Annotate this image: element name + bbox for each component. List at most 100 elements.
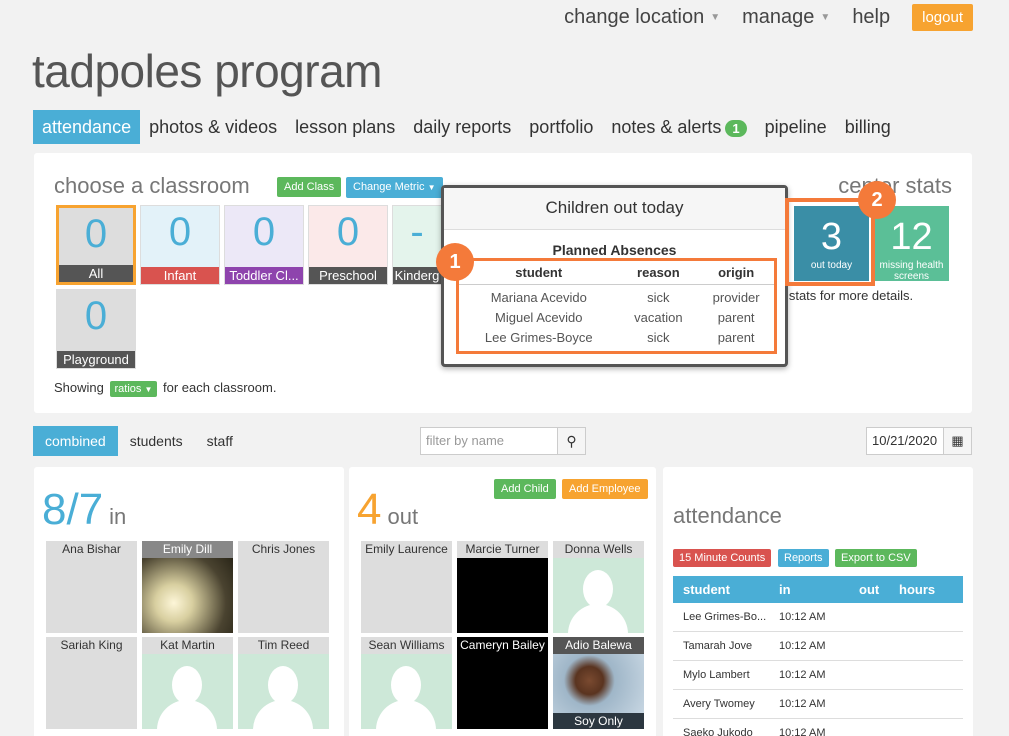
child-card[interactable]: Sean Williams: [361, 637, 452, 729]
table-row: Lee Grimes-Boyce sick parent: [459, 328, 774, 348]
child-card[interactable]: Sariah King: [46, 637, 137, 729]
filter-name-input[interactable]: filter by name ⚲: [420, 427, 586, 455]
tab-attendance[interactable]: attendance: [33, 110, 141, 144]
table-row[interactable]: Avery Twomey 10:12 AM: [673, 690, 963, 719]
cell-student: Mylo Lambert: [683, 669, 750, 681]
child-card[interactable]: Emily Dill: [142, 541, 233, 633]
table-header: student in out hours: [673, 576, 963, 603]
child-card[interactable]: Emily Laurence: [361, 541, 452, 633]
child-card[interactable]: Kat Martin: [142, 637, 233, 729]
tab-daily-reports[interactable]: daily reports: [404, 110, 520, 144]
child-name: Tim Reed: [257, 638, 310, 652]
child-name: Ana Bishar: [62, 542, 121, 556]
out-count: 4 out: [357, 485, 419, 534]
classroom-tile-all[interactable]: 0 All: [56, 205, 136, 285]
main-tabs: attendance photos & videos lesson plans …: [33, 110, 900, 144]
add-employee-button[interactable]: Add Employee: [562, 479, 648, 499]
change-metric-button[interactable]: Change Metric ▼: [346, 177, 443, 198]
program-title: tadpoles program: [32, 45, 382, 97]
avatar-placeholder-icon: [142, 654, 233, 729]
cell-student: Miguel Acevido: [495, 310, 583, 325]
ratios-dropdown[interactable]: ratios ▼: [109, 381, 158, 397]
search-icon[interactable]: ⚲: [557, 428, 585, 454]
step-marker-2: 2: [858, 181, 896, 219]
col-hours: hours: [899, 582, 936, 597]
table-row: Miguel Acevido vacation parent: [459, 308, 774, 328]
stat-value: 12: [890, 216, 933, 258]
child-name: Sean Williams: [368, 638, 445, 652]
tile-count: 0: [252, 210, 276, 254]
tab-pipeline[interactable]: pipeline: [756, 110, 836, 144]
table-row[interactable]: Mylo Lambert 10:12 AM: [673, 661, 963, 690]
tile-count: 0: [84, 212, 108, 256]
caret-down-icon: ▼: [144, 385, 153, 394]
cell-origin: parent: [717, 310, 755, 325]
tile-label: All: [59, 265, 133, 282]
child-card[interactable]: Chris Jones: [238, 541, 329, 633]
filter-combined[interactable]: combined: [33, 426, 118, 456]
calendar-icon[interactable]: ▦: [943, 428, 971, 454]
child-card[interactable]: Donna Wells: [553, 541, 644, 633]
tab-notes-alerts[interactable]: notes & alerts 1: [602, 110, 755, 144]
minute-counts-button[interactable]: 15 Minute Counts: [673, 549, 772, 567]
classroom-tile-toddler[interactable]: 0 Toddler Cl...: [224, 205, 304, 285]
table-row[interactable]: Tamarah Jove 10:12 AM: [673, 632, 963, 661]
logout-button[interactable]: logout: [912, 4, 973, 31]
child-name: Donna Wells: [564, 542, 633, 556]
tile-count: -: [410, 210, 424, 254]
child-card[interactable]: Marcie Turner: [457, 541, 548, 633]
tab-photos-videos[interactable]: photos & videos: [140, 110, 286, 144]
table-row[interactable]: Saeko Jukodo 10:12 AM: [673, 719, 963, 736]
manage-menu[interactable]: manage ▼: [742, 6, 830, 29]
caret-down-icon: ▼: [710, 12, 721, 24]
cell-reason: vacation: [634, 310, 683, 325]
tile-label: Playground: [57, 351, 135, 368]
cell-reason: sick: [647, 290, 670, 305]
filter-staff[interactable]: staff: [195, 426, 245, 456]
table-row[interactable]: Lee Grimes-Bo... 10:12 AM: [673, 603, 963, 632]
tile-label: Kinderg: [393, 267, 441, 284]
export-csv-button[interactable]: Export to CSV: [835, 549, 917, 567]
tile-count: 0: [168, 210, 192, 254]
avatar-placeholder-icon: [553, 558, 644, 633]
filter-students[interactable]: students: [118, 426, 195, 456]
cell-student: Avery Twomey: [683, 698, 755, 710]
add-class-button[interactable]: Add Class: [277, 177, 342, 197]
classroom-tile-preschool[interactable]: 0 Preschool: [308, 205, 388, 285]
in-count: 8/7 in: [42, 485, 127, 534]
stat-missing-health[interactable]: 12 missing health screens: [874, 206, 949, 282]
col-reason: reason: [637, 265, 680, 280]
child-card[interactable]: Ana Bishar: [46, 541, 137, 633]
table-header: student reason origin: [459, 261, 774, 285]
tab-portfolio[interactable]: portfolio: [520, 110, 602, 144]
choose-classroom-heading: choose a classroom: [54, 173, 250, 198]
tile-count: 0: [336, 210, 360, 254]
child-name: Chris Jones: [251, 542, 316, 556]
classroom-tile-kindergarten[interactable]: - Kinderg: [392, 205, 442, 285]
col-origin: origin: [718, 265, 755, 280]
classroom-tile-infant[interactable]: 0 Infant: [140, 205, 220, 285]
popup-title: Children out today: [444, 188, 785, 230]
date-field[interactable]: 10/21/2020 ▦: [866, 427, 972, 455]
change-location-menu[interactable]: change location ▼: [564, 6, 720, 29]
cell-student: Lee Grimes-Boyce: [484, 330, 593, 345]
tab-billing[interactable]: billing: [836, 110, 900, 144]
child-card[interactable]: Adio Balewa Soy Only: [553, 637, 644, 729]
child-name: Sariah King: [60, 638, 123, 652]
classroom-tile-playground[interactable]: 0 Playground: [56, 289, 136, 369]
allergy-tag: Soy Only: [553, 713, 644, 729]
tile-count: 0: [84, 294, 108, 338]
popup-subtitle: Planned Absences: [552, 242, 677, 258]
reports-button[interactable]: Reports: [778, 549, 829, 567]
step-marker-1: 1: [436, 243, 474, 281]
cell-in: 10:12 AM: [779, 640, 826, 652]
tab-lesson-plans[interactable]: lesson plans: [286, 110, 404, 144]
avatar-placeholder-icon: [238, 654, 329, 729]
in-panel: 8/7 in Ana Bishar Emily Dill Chris Jones …: [34, 467, 344, 736]
child-card[interactable]: Tim Reed: [238, 637, 329, 729]
col-student: student: [515, 265, 563, 280]
child-card[interactable]: Cameryn Bailey: [457, 637, 548, 729]
add-child-button[interactable]: Add Child: [494, 479, 556, 499]
help-link[interactable]: help: [852, 6, 890, 29]
col-in: in: [779, 582, 791, 597]
